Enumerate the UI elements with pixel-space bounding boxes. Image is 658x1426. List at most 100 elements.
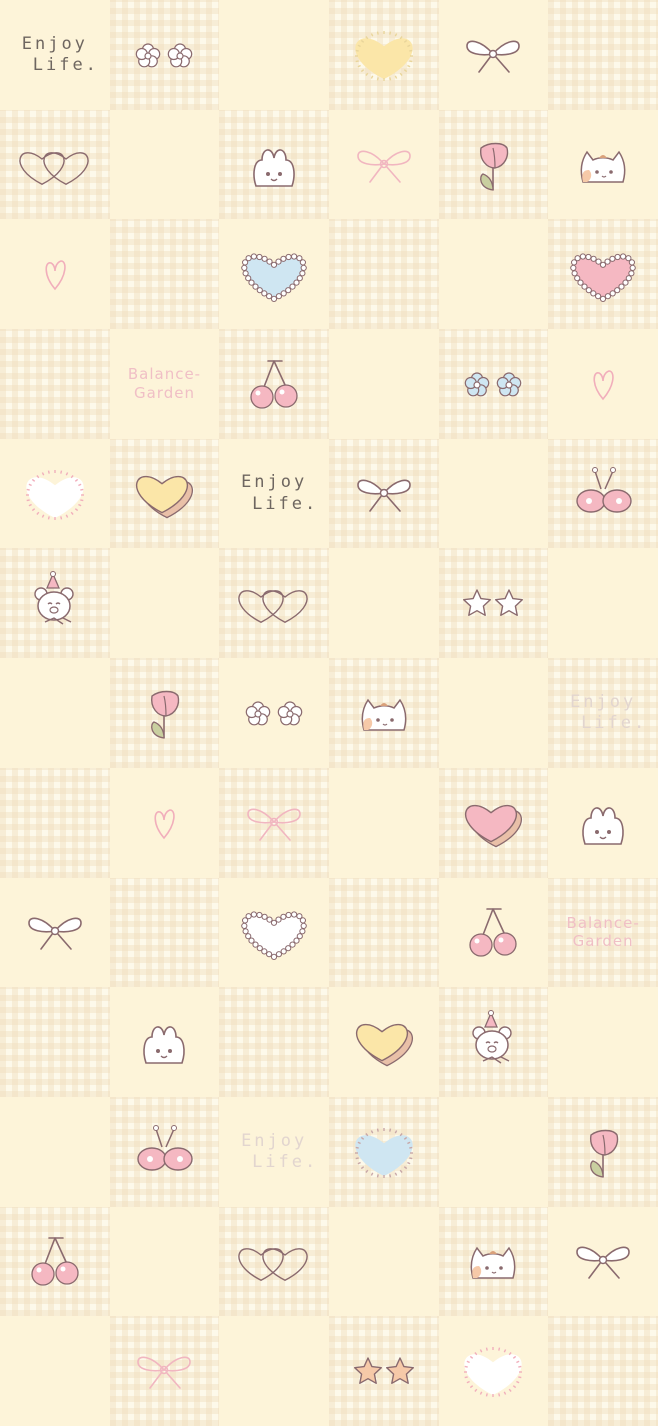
tile-cat-face [328, 658, 439, 768]
cat-face-icon [453, 1226, 533, 1296]
tile-blank [0, 658, 110, 768]
heart-yellow-glow-icon [344, 20, 424, 90]
tile-blank [438, 658, 549, 768]
bow-pink-icon [234, 788, 314, 858]
heart-small-pink-icon [563, 349, 643, 419]
heart-blue-glow-icon [344, 1117, 424, 1187]
tile-blank [328, 329, 439, 439]
tile-heart-small-pink [109, 767, 220, 878]
pearl-heart-pink-icon [563, 239, 643, 309]
tile-pearl-heart-pink [548, 219, 658, 330]
tulip-icon [453, 130, 533, 200]
tile-bunny-face [219, 109, 329, 220]
tile-double-heart [219, 548, 329, 659]
cat-face-icon [344, 678, 424, 748]
tile-blank [0, 987, 110, 1097]
tile-text-enjoy: Enjoy Life. [219, 438, 329, 549]
tile-blank [219, 0, 329, 110]
life-line: Life. [252, 493, 319, 514]
double-heart-icon [15, 130, 95, 200]
tile-blank [328, 219, 439, 330]
bunny-face-icon [234, 130, 314, 200]
life-line: Life. [32, 54, 99, 75]
tile-cat-face [548, 109, 658, 220]
tile-blank [328, 877, 439, 988]
tile-stars-outline [438, 548, 549, 659]
tile-stars-peach [328, 1316, 439, 1426]
enjoy-life-text: Enjoy Life. [230, 472, 318, 515]
tile-flowers [109, 0, 220, 110]
garden-line: Garden [133, 383, 195, 402]
butterfly-icon [124, 1117, 204, 1187]
flowers-blue-icon [453, 349, 533, 419]
enjoy-line: Enjoy [241, 472, 308, 493]
bunny-face-icon [124, 1007, 204, 1077]
heart-white-glow-icon [453, 1336, 533, 1406]
pearl-heart-blue-icon [234, 239, 314, 309]
balance-garden-text: Balance- Garden [567, 914, 640, 952]
wallpaper-grid: EnjoyLife. Balance-Garden EnjoyLife. [0, 0, 658, 1426]
tile-blank [438, 219, 549, 330]
tile-tulip [548, 1096, 658, 1207]
tile-text-enjoy: Enjoy Life. [0, 0, 110, 110]
tile-heart-white-glow [0, 438, 110, 549]
heart-yellow-3d-icon [124, 459, 204, 529]
tile-bow-outline [548, 1206, 658, 1317]
tile-blank [109, 877, 220, 988]
double-heart-icon [234, 1226, 314, 1296]
tile-bow-pink [109, 1316, 220, 1426]
tile-blank [219, 1316, 329, 1426]
tile-bow-pink [328, 109, 439, 220]
tile-blank [219, 987, 329, 1097]
enjoy-life-text: Enjoy Life. [559, 692, 647, 735]
tile-cherries [219, 329, 329, 439]
tile-text-balance: Balance- Garden [548, 877, 658, 988]
tile-blank [438, 438, 549, 549]
cherries-icon [15, 1226, 95, 1296]
tile-tulip [438, 109, 549, 220]
pearl-heart-white-icon [234, 897, 314, 967]
tile-text-enjoy-faded: Enjoy Life. [219, 1096, 329, 1207]
tile-cherries [438, 877, 549, 988]
enjoy-life-text: Enjoy Life. [230, 1131, 318, 1174]
tile-blank [548, 0, 658, 110]
tile-butterfly [109, 1096, 220, 1207]
bear-icon [453, 1007, 533, 1077]
heart-white-glow-icon [15, 459, 95, 529]
tile-blank [548, 1316, 658, 1426]
tile-blank [548, 548, 658, 659]
tile-pearl-heart-blue [219, 219, 329, 330]
double-heart-icon [234, 568, 314, 638]
bow-outline-icon [15, 897, 95, 967]
tile-blank [328, 767, 439, 878]
enjoy-line: Enjoy [241, 1130, 308, 1151]
tile-blank [548, 987, 658, 1097]
enjoy-life-text: Enjoy Life. [11, 34, 99, 77]
tile-blank [438, 1096, 549, 1207]
heart-pink-3d-icon [453, 788, 533, 858]
tile-double-heart [219, 1206, 329, 1317]
life-line: Life. [581, 712, 648, 733]
balance-line: Balance- [127, 365, 202, 384]
tile-heart-blue-glow [328, 1096, 439, 1207]
bunny-face-icon [563, 788, 643, 858]
tile-double-heart [0, 109, 110, 220]
tile-heart-white-glow [438, 1316, 549, 1426]
flowers-icon [234, 678, 314, 748]
flowers-icon [124, 20, 204, 90]
stars-outline-icon [453, 568, 533, 638]
tile-blank [328, 548, 439, 659]
tile-bear [0, 548, 110, 659]
enjoy-line: Enjoy [570, 691, 637, 712]
life-line: Life. [252, 1151, 319, 1172]
tile-tulip [109, 658, 220, 768]
butterfly-icon [563, 459, 643, 529]
tile-heart-yellow-3d [328, 987, 439, 1097]
bow-pink-icon [344, 130, 424, 200]
tile-bow-outline [438, 0, 549, 110]
tile-blank [0, 1316, 110, 1426]
tile-bow-pink [219, 767, 329, 878]
tile-text-balance: Balance- Garden [109, 329, 220, 439]
cherries-icon [453, 897, 533, 967]
tile-blank [0, 1096, 110, 1207]
